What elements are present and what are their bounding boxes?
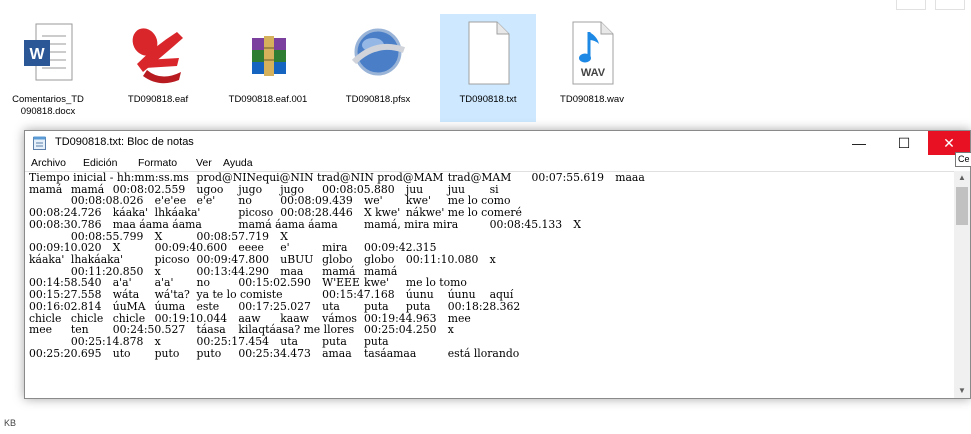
window-title: TD090818.txt: Bloc de notas <box>55 136 194 148</box>
file-item-txt[interactable]: TD090818.txt <box>440 14 536 122</box>
menu-ayuda[interactable]: Ayuda <box>223 157 253 169</box>
text-file-icon <box>468 21 510 85</box>
partial-tooltip: Ce <box>955 152 971 167</box>
word-document-icon: W <box>24 23 73 81</box>
menu-archivo[interactable]: Archivo <box>31 157 66 169</box>
file-label: TD090818.wav <box>560 94 624 105</box>
svg-text:W: W <box>29 46 45 63</box>
file-label: TD090818.eaf <box>127 94 189 105</box>
notepad-window: TD090818.txt: Bloc de notas — ☐ ✕ Archiv… <box>24 130 971 399</box>
menu-edicion[interactable]: Edición <box>83 157 117 169</box>
maximize-button[interactable]: ☐ <box>883 131 925 155</box>
view-details-button[interactable] <box>896 0 926 10</box>
notepad-icon <box>33 136 46 150</box>
minimize-button[interactable]: — <box>838 131 880 155</box>
menu-bar: Archivo Edición Formato Ver Ayuda <box>25 155 970 171</box>
view-icons-button[interactable] <box>935 0 965 10</box>
vertical-scrollbar[interactable]: ▲ ▼ <box>954 171 970 398</box>
text-editor-area[interactable]: Tiempo inicial - hh:mm:ss.ms prod@NINequ… <box>25 171 954 398</box>
svg-text:WAV: WAV <box>581 67 606 79</box>
file-label: Comentarios_TD 090818.docx <box>12 94 84 117</box>
file-item-pfsx[interactable]: TD090818.pfsx <box>330 14 426 122</box>
elan-icon <box>132 28 183 84</box>
file-label: TD090818.eaf.001 <box>228 94 308 105</box>
file-item-eaf[interactable]: TD090818.eaf <box>110 14 206 122</box>
wav-audio-icon: WAV <box>572 21 614 85</box>
explorer-top-strip <box>0 0 971 12</box>
file-item-wav[interactable]: WAV TD090818.wav <box>544 14 640 122</box>
file-label: TD090818.pfsx <box>345 94 411 105</box>
file-item-docx[interactable]: W Comentarios_TD 090818.docx <box>0 14 96 122</box>
file-label: TD090818.txt <box>459 94 517 105</box>
winrar-archive-icon <box>252 36 286 76</box>
pfsx-globe-icon <box>351 28 406 76</box>
text-content: Tiempo inicial - hh:mm:ss.ms prod@NINequ… <box>29 171 645 360</box>
scroll-down-icon[interactable]: ▼ <box>954 384 970 398</box>
scroll-up-icon[interactable]: ▲ <box>954 171 970 185</box>
file-item-eaf001[interactable]: TD090818.eaf.001 <box>220 14 316 122</box>
menu-formato[interactable]: Formato <box>138 157 177 169</box>
scrollbar-thumb[interactable] <box>956 187 968 225</box>
status-bar-text: KB <box>4 418 17 428</box>
menu-ver[interactable]: Ver <box>196 157 212 169</box>
notepad-title-bar[interactable]: TD090818.txt: Bloc de notas — ☐ ✕ <box>25 131 970 155</box>
